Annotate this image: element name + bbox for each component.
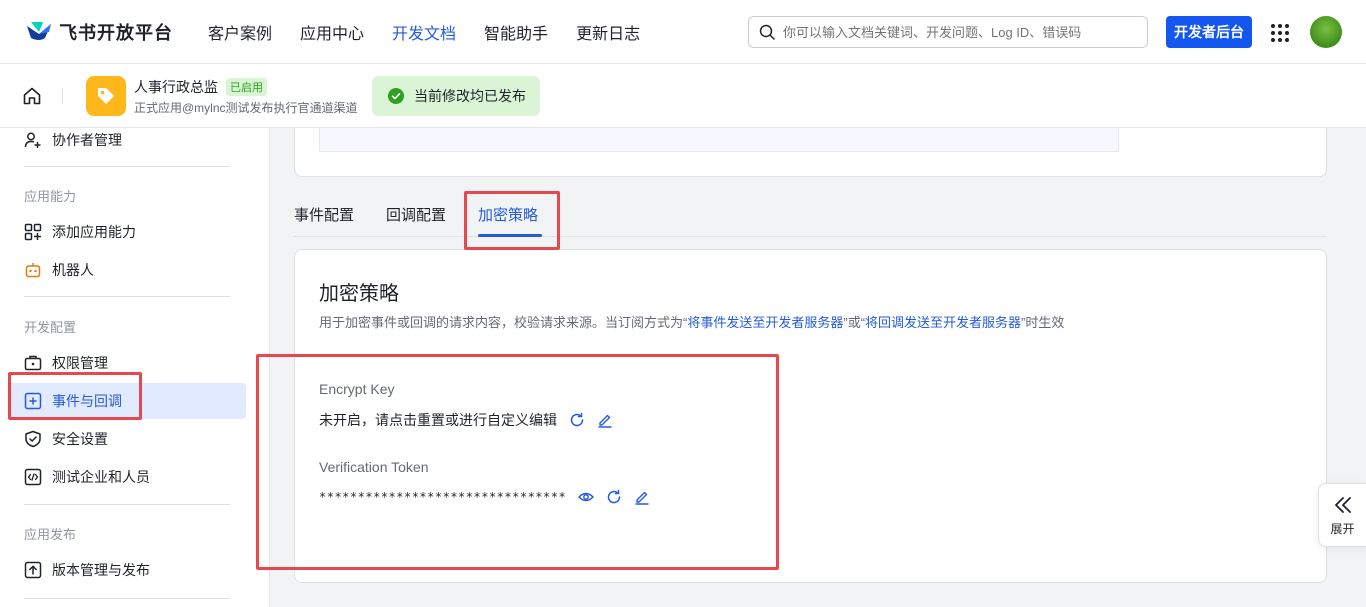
app-status-badge: 已启用 [226, 78, 267, 96]
nav-item-app-center[interactable]: 应用中心 [300, 20, 364, 44]
robot-icon [25, 263, 41, 278]
sidebar-group-app-release: 应用发布 [24, 527, 77, 542]
event-add-icon [24, 392, 42, 410]
config-tabs: 事件配置 回调配置 加密策略 [294, 192, 1327, 237]
sidebar-group-dev-config: 开发配置 [24, 320, 77, 335]
user-avatar[interactable] [1310, 16, 1342, 48]
encrypt-key-row: 未开启，请点击重置或进行自定义编辑 [319, 410, 613, 430]
app-name: 人事行政总监 [134, 79, 218, 95]
feishu-logo[interactable]: 飞书开放平台 [25, 18, 173, 46]
nav-item-smart-assistant[interactable]: 智能助手 [484, 20, 548, 44]
expand-button[interactable]: 展开 [1318, 483, 1366, 547]
nav-item-customer-cases[interactable]: 客户案例 [208, 20, 272, 44]
developer-console-button[interactable]: 开发者后台 [1166, 16, 1252, 48]
sidebar-divider [24, 296, 230, 297]
verification-token-row: ******************************** [319, 489, 650, 505]
sidebar-item-events-callbacks[interactable]: 事件与回调 [24, 391, 122, 411]
home-icon[interactable] [22, 86, 42, 106]
sidebar-divider [24, 166, 230, 167]
apps-grid-icon[interactable] [1271, 24, 1289, 42]
sidebar-item-test-enterprise[interactable]: 测试企业和人员 [24, 467, 150, 487]
search-icon [759, 24, 775, 40]
nav-item-changelog[interactable]: 更新日志 [576, 20, 640, 44]
verification-token-value: ******************************** [319, 490, 567, 504]
grid-add-icon [24, 223, 42, 241]
tab-event-config[interactable]: 事件配置 [294, 204, 354, 225]
shield-check-icon [25, 430, 41, 448]
sidebar-item-collaborators[interactable]: 协作者管理 [24, 130, 122, 150]
divider [62, 88, 63, 104]
edit-icon[interactable] [634, 489, 650, 505]
edit-icon[interactable] [597, 412, 613, 428]
encrypt-key-value: 未开启，请点击重置或进行自定义编辑 [319, 412, 557, 428]
sidebar-divider [24, 504, 230, 505]
sidebar-group-app-capabilities: 应用能力 [24, 189, 77, 204]
card-title: 加密策略 [319, 283, 399, 305]
previous-section-card [294, 128, 1327, 177]
feishu-logo-icon [27, 22, 51, 40]
user-add-icon [24, 132, 41, 148]
reset-icon[interactable] [606, 489, 622, 505]
nav-item-dev-docs[interactable]: 开发文档 [392, 20, 456, 44]
sidebar-item-add-capability[interactable]: 添加应用能力 [24, 222, 136, 242]
active-tab-indicator [478, 234, 542, 237]
sidebar-divider [24, 598, 230, 599]
expand-label: 展开 [1330, 521, 1355, 536]
link-send-events-to-server[interactable]: 将事件发送至开发者服务器 [687, 315, 843, 330]
eye-icon[interactable] [578, 489, 595, 505]
code-box-icon [24, 468, 42, 486]
verification-token-label: Verification Token [319, 459, 429, 475]
encrypt-key-label: Encrypt Key [319, 381, 395, 397]
search-box[interactable] [748, 16, 1148, 48]
double-chevron-left-icon [1334, 496, 1351, 513]
app-subtitle: 正式应用@mylnc测试发布执行官通道渠道 [134, 101, 358, 115]
logo-text: 飞书开放平台 [59, 23, 173, 43]
previous-section-panel [319, 128, 1119, 152]
publish-status-text: 当前修改均已发布 [414, 88, 526, 104]
briefcase-icon [24, 355, 42, 371]
sidebar-item-permissions[interactable]: 权限管理 [24, 353, 108, 373]
tab-encryption-strategy[interactable]: 加密策略 [478, 204, 538, 225]
top-navigation: 飞书开放平台 客户案例 应用中心 开发文档 智能助手 更新日志 开发者后台 [0, 0, 1366, 64]
tab-callback-config[interactable]: 回调配置 [386, 204, 446, 225]
app-header-bar: 人事行政总监 已启用 正式应用@mylnc测试发布执行官通道渠道 当前修改均已发… [0, 64, 1366, 128]
sidebar-item-security[interactable]: 安全设置 [24, 429, 108, 449]
sidebar-item-bot[interactable]: 机器人 [24, 260, 94, 280]
encryption-strategy-card: 加密策略 用于加密事件或回调的请求内容，校验请求来源。当订阅方式为“将事件发送至… [294, 249, 1327, 583]
sidebar-item-version-release[interactable]: 版本管理与发布 [24, 560, 150, 580]
sidebar: 协作者管理 应用能力 添加应用能力 机器人 开发配置 权限管理 事件与回调 安全… [0, 128, 270, 607]
reset-icon[interactable] [569, 412, 585, 428]
link-send-callbacks-to-server[interactable]: 将回调发送至开发者服务器 [865, 315, 1021, 330]
upload-box-icon [24, 561, 42, 579]
publish-status-banner: 当前修改均已发布 [372, 76, 540, 116]
check-circle-icon [388, 88, 404, 104]
nav-menu: 客户案例 应用中心 开发文档 智能助手 更新日志 [208, 0, 668, 64]
search-input[interactable] [783, 24, 1123, 40]
card-description: 用于加密事件或回调的请求内容，校验请求来源。当订阅方式为“将事件发送至开发者服务… [319, 315, 1065, 330]
app-tag-icon [86, 76, 126, 116]
